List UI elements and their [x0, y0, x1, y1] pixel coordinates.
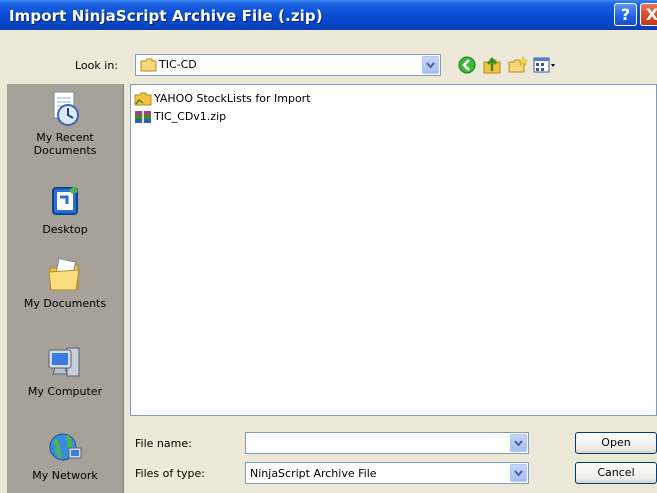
place-label: My Network	[32, 469, 98, 482]
my-documents-icon	[48, 257, 80, 291]
place-my-recent-documents[interactable]: My Recent Documents	[7, 90, 123, 157]
place-label: My Recent Documents	[33, 131, 97, 157]
place-label: My Documents	[23, 297, 107, 310]
new-folder-icon[interactable]	[508, 56, 528, 74]
file-name-label: File name:	[135, 437, 192, 450]
look-in-combo[interactable]: TIC-CD	[135, 54, 441, 76]
cancel-button[interactable]: Cancel	[575, 462, 657, 484]
title-bar[interactable]: Import NinjaScript Archive File (.zip) ?…	[0, 0, 657, 30]
look-in-value: TIC-CD	[159, 58, 197, 71]
place-label: Desktop	[42, 223, 88, 236]
file-name-field[interactable]	[245, 432, 529, 454]
window-title: Import NinjaScript Archive File (.zip)	[9, 7, 323, 25]
import-dialog: Import NinjaScript Archive File (.zip) ?…	[0, 0, 657, 493]
back-icon[interactable]	[458, 56, 476, 74]
file-name-dropdown-button[interactable]	[510, 434, 527, 452]
places-bar: My Recent Documents Desktop My Documents	[7, 84, 124, 493]
up-folder-icon[interactable]	[482, 56, 502, 74]
chevron-down-icon	[514, 440, 523, 447]
recent-documents-icon	[53, 91, 79, 126]
place-desktop[interactable]: Desktop	[7, 184, 123, 236]
files-of-type-label: Files of type:	[135, 467, 206, 480]
place-label: My Computer	[27, 385, 103, 398]
file-name: YAHOO StockLists for Import	[154, 92, 311, 105]
folder-icon	[140, 58, 157, 72]
files-of-type-dropdown-button[interactable]	[510, 464, 527, 482]
folder-icon	[134, 92, 152, 106]
views-menu-icon[interactable]	[533, 56, 557, 74]
file-list[interactable]: YAHOO StockLists for Import TIC_CDv1.zip	[130, 84, 657, 416]
look-in-label: Look in:	[75, 59, 118, 72]
file-name: TIC_CDv1.zip	[154, 110, 227, 123]
place-my-computer[interactable]: My Computer	[7, 344, 123, 398]
open-button[interactable]: Open	[575, 432, 657, 454]
archive-icon	[135, 111, 151, 123]
desktop-icon	[52, 186, 78, 215]
place-my-documents[interactable]: My Documents	[7, 256, 123, 310]
close-button[interactable]: X	[640, 3, 657, 26]
place-my-network[interactable]: My Network	[7, 428, 123, 482]
my-computer-icon	[48, 347, 80, 377]
files-of-type-value: NinjaScript Archive File	[250, 467, 377, 480]
look-in-dropdown-button[interactable]	[422, 56, 439, 74]
chevron-down-icon	[426, 62, 435, 69]
help-button[interactable]: ?	[614, 3, 637, 26]
chevron-down-icon	[514, 470, 523, 477]
my-network-icon	[49, 433, 82, 461]
files-of-type-select[interactable]: NinjaScript Archive File	[245, 462, 529, 484]
